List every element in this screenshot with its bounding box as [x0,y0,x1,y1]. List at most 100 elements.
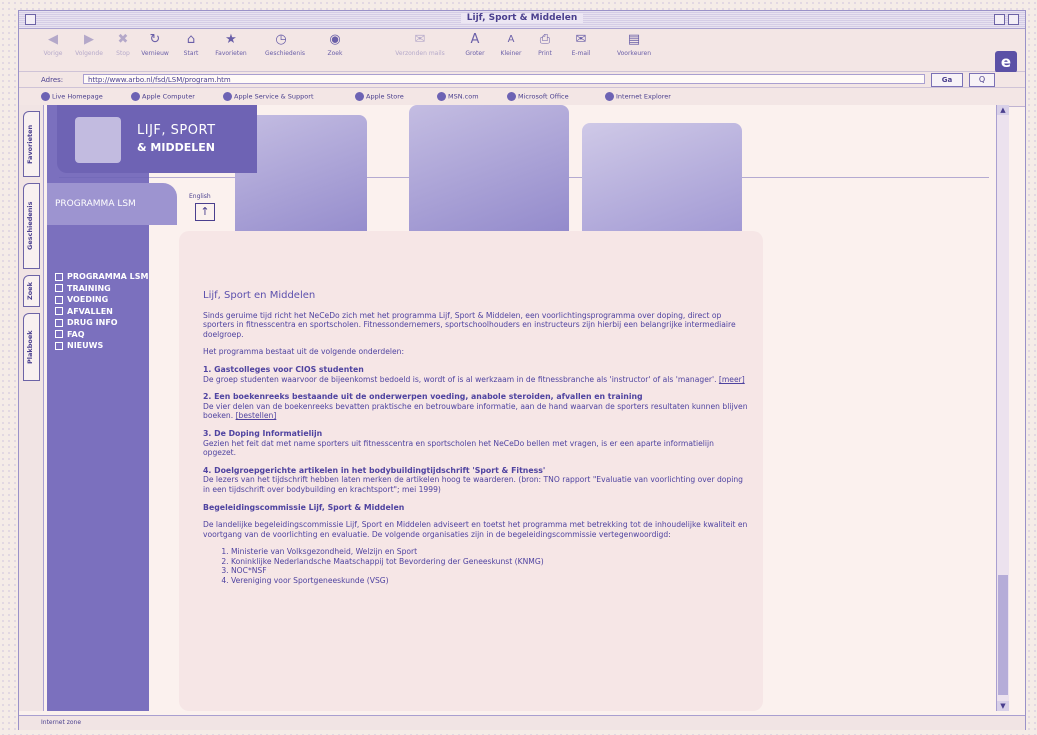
smaller-text-button[interactable]: A Kleiner [495,32,527,57]
status-text: Internet zone [41,719,82,726]
fav-link[interactable]: MSN.com [437,92,479,101]
org-item: Ministerie van Volksgezondheid, Welzijn … [231,547,749,557]
email-icon: ✉ [575,32,587,47]
side-tab-favorites[interactable]: Favorieten [23,111,40,177]
forward-icon: ▶ [84,32,94,47]
stop-button[interactable]: ✖ Stop [107,32,139,57]
refresh-button[interactable]: ↻ Vernieuw [139,32,171,57]
section-tab-label: PROGRAMMA LSM [55,199,136,209]
org-item: Koninklijke Nederlandsche Maatschappij t… [231,557,749,567]
address-input[interactable]: http://www.arbo.nl/fsd/LSM/program.htm [83,74,925,84]
commission-title: Begeleidingscommissie Lijf, Sport & Midd… [203,502,405,512]
globe-icon [131,92,140,101]
fav-link[interactable]: Apple Service & Support [223,92,314,101]
search-button[interactable]: ◉ Zoek [319,32,351,57]
larger-text-button[interactable]: A Groter [459,32,491,57]
scroll-up-arrow-icon[interactable]: ▲ [997,105,1009,115]
history-button[interactable]: ◷ Geschiedenis [265,32,305,57]
bestellen-link[interactable]: [bestellen] [236,411,277,420]
athlete-logo-icon [75,117,121,163]
globe-icon [223,92,232,101]
globe-icon [437,92,446,101]
site-menu: PROGRAMMA LSM TRAINING VOEDING AFVALLEN … [55,271,148,352]
go-button[interactable]: Ga [931,73,963,87]
globe-icon [605,92,614,101]
globe-icon [41,92,50,101]
menu-item-afvallen[interactable]: AFVALLEN [55,306,148,318]
explorer-side-tabs: Favorieten Geschiedenis Zoek Plakboek [19,105,44,711]
section-tab: PROGRAMMA LSM [47,183,177,225]
collapse-box[interactable] [1008,14,1019,25]
commission-body: De landelijke begeleidingscommissie Lijf… [203,520,748,539]
english-link[interactable]: English ↑ [189,193,215,221]
scroll-down-arrow-icon[interactable]: ▼ [997,701,1009,711]
print-icon: ⎙ [539,32,551,47]
mail-icon: ✉ [414,32,426,47]
menu-item-drug-info[interactable]: DRUG INFO [55,317,148,329]
email-button[interactable]: ✉ E-mail [565,32,597,57]
english-label: English [189,193,211,200]
fav-link[interactable]: Apple Computer [131,92,195,101]
menu-item-faq[interactable]: FAQ [55,329,148,341]
refresh-icon: ↻ [149,32,161,47]
page-content: Favorieten Geschiedenis Zoek Plakboek LI… [19,105,1009,711]
preferences-button[interactable]: ▤ Voorkeuren [609,32,659,57]
article: Lijf, Sport en Middelen Sinds geruime ti… [203,291,749,586]
stop-icon: ✖ [117,32,129,47]
back-icon: ◀ [48,32,58,47]
menu-item-training[interactable]: TRAINING [55,283,148,295]
fav-link[interactable]: Apple Store [355,92,404,101]
window-title: Lijf, Sport & Middelen [460,13,584,23]
article-heading: Lijf, Sport en Middelen [203,290,316,301]
home-button[interactable]: ⌂ Start [175,32,207,57]
forward-button[interactable]: ▶ Volgende [73,32,105,57]
globe-icon [355,92,364,101]
org-item: Vereniging voor Sportgeneeskunde (VSG) [231,576,749,586]
brand-line-2: & MIDDELEN [137,141,215,154]
search-field-button[interactable]: Q [969,73,995,87]
zoom-box[interactable] [994,14,1005,25]
home-icon: ⌂ [186,32,196,47]
globe-icon [507,92,516,101]
menu-item-programma[interactable]: PROGRAMMA LSM [55,271,148,283]
article-intro: Sinds geruime tijd richt het NeCeDo zich… [203,310,736,339]
text-larger-icon: A [470,32,480,47]
scroll-thumb[interactable] [998,575,1008,695]
history-icon: ◷ [275,32,287,47]
mail-button[interactable]: ✉ Verzonden mails [389,32,451,57]
internet-explorer-logo-icon: e [995,51,1017,73]
favorites-icon: ★ [225,32,237,47]
text-smaller-icon: A [507,34,515,45]
favorites-button[interactable]: ★ Favorieten [215,32,247,57]
browser-window: Lijf, Sport & Middelen ◀ Vorige ▶ Volgende… [18,10,1026,730]
list-item: 1. Gastcolleges voor CIOS studenten De gr… [203,364,745,384]
org-item: NOC*NSF [231,566,749,576]
meer-link[interactable]: [meer] [719,375,745,384]
menu-item-nieuws[interactable]: NIEUWS [55,340,148,352]
fav-link[interactable]: Internet Explorer [605,92,671,101]
up-arrow-icon: ↑ [195,203,215,221]
site-logo[interactable]: LIJF, SPORT & MIDDELEN [57,105,257,173]
status-bar: Internet zone [19,715,1025,730]
article-lead: Het programma bestaat uit de volgende on… [203,347,405,357]
list-item: 3. De Doping Informatielijn Gezien het fe… [203,428,714,458]
org-list: Ministerie van Volksgezondheid, Welzijn … [203,547,749,585]
brand-line-1: LIJF, SPORT [137,123,216,138]
toolbar: ◀ Vorige ▶ Volgende ✖ Stop ↻ Vernieuw ⌂ Start… [19,29,1025,73]
list-item: 4. Doelgroepgerichte artikelen in het bo… [203,465,744,494]
fav-link[interactable]: Live Homepage [41,92,103,101]
side-tab-scrapbook[interactable]: Plakboek [23,313,40,381]
list-item: 2. Een boekenreeks bestaande uit de onde… [203,392,748,421]
menu-item-voeding[interactable]: VOEDING [55,294,148,306]
address-bar: Adres: http://www.arbo.nl/fsd/LSM/progra… [19,72,1025,88]
title-bar[interactable]: Lijf, Sport & Middelen [19,11,1025,29]
address-label: Adres: [41,76,64,84]
print-button[interactable]: ⎙ Print [529,32,561,57]
back-button[interactable]: ◀ Vorige [37,32,69,57]
side-tab-search[interactable]: Zoek [23,275,40,307]
preferences-icon: ▤ [627,32,641,47]
fav-link[interactable]: Microsoft Office [507,92,569,101]
side-tab-history[interactable]: Geschiedenis [23,183,40,269]
vertical-scrollbar[interactable]: ▲ ▼ [996,105,1009,711]
search-icon: ◉ [329,32,341,47]
